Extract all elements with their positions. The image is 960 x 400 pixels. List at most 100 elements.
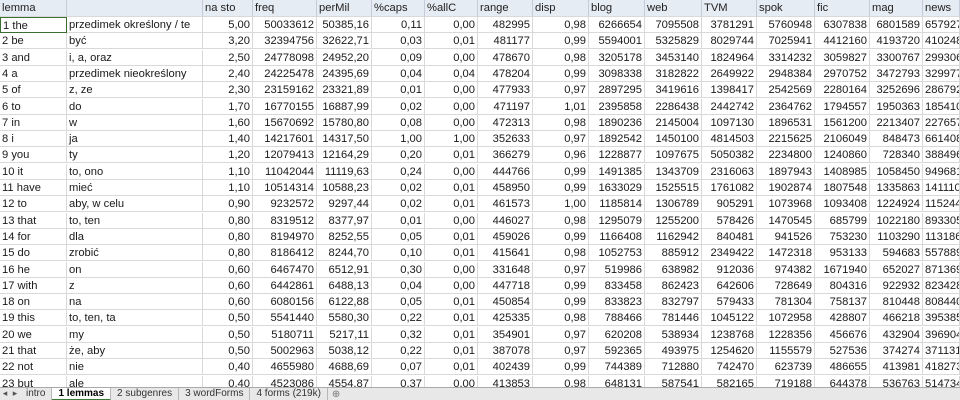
cell-news[interactable]: 823428 [923, 277, 960, 294]
cell-tvm[interactable]: 840481 [702, 228, 757, 245]
cell-web[interactable]: 1306789 [645, 196, 702, 213]
cell-blog[interactable]: 1633029 [589, 180, 645, 196]
cell-permil[interactable]: 5038,12 [317, 343, 372, 359]
cell-news[interactable]: 1411100 [923, 180, 960, 196]
cell-freq[interactable]: 4523086 [253, 375, 317, 387]
header-na-sto[interactable]: na sto [203, 0, 253, 17]
cell-lemma[interactable]: 16 he [0, 261, 67, 278]
cell-news[interactable]: 2993061 [923, 49, 960, 66]
cell-caps[interactable]: 0,02 [372, 180, 425, 196]
cell-caps[interactable]: 0,03 [372, 33, 425, 50]
cell-web[interactable]: 1525515 [645, 180, 702, 196]
tab-scroll-left-icon[interactable]: ◂ [0, 388, 10, 400]
cell-fic[interactable]: 3059827 [815, 49, 870, 66]
cell-allc[interactable]: 0,04 [425, 65, 478, 82]
cell-allc[interactable]: 0,00 [425, 212, 478, 229]
cell-spok[interactable]: 2364762 [757, 98, 815, 115]
cell-blog[interactable]: 3098338 [589, 65, 645, 82]
cell-caps[interactable]: 0,24 [372, 163, 425, 180]
cell-range[interactable]: 425335 [478, 310, 533, 327]
cell-caps[interactable]: 0,20 [372, 147, 425, 164]
cell-freq[interactable]: 8319512 [253, 212, 317, 229]
cell-lemma[interactable]: 15 do [0, 245, 67, 262]
cell-caps[interactable]: 0,11 [372, 17, 425, 33]
cell-fic[interactable]: 4412160 [815, 33, 870, 50]
cell-range[interactable]: 366279 [478, 147, 533, 164]
cell-news[interactable]: 949681 [923, 163, 960, 180]
cell-fic[interactable]: 1093408 [815, 196, 870, 213]
cell-freq[interactable]: 6080156 [253, 294, 317, 311]
cell-disp[interactable]: 0,99 [533, 228, 589, 245]
cell-blog[interactable]: 1491385 [589, 163, 645, 180]
cell-freq[interactable]: 8186412 [253, 245, 317, 262]
cell-news[interactable]: 514734 [923, 375, 960, 387]
cell-na-sto[interactable]: 1,10 [203, 180, 253, 196]
cell-disp[interactable]: 0,96 [533, 147, 589, 164]
cell-caps[interactable]: 0,22 [372, 310, 425, 327]
cell-range[interactable]: 354901 [478, 326, 533, 343]
cell-mag[interactable]: 4193720 [870, 33, 923, 50]
cell-disp[interactable]: 0,99 [533, 294, 589, 311]
cell-permil[interactable]: 9297,44 [317, 196, 372, 213]
header-caps[interactable]: %caps [372, 0, 425, 17]
cell-tvm[interactable]: 3781291 [702, 17, 757, 33]
cell-blog[interactable]: 833823 [589, 294, 645, 311]
cell-web[interactable]: 2145004 [645, 114, 702, 131]
cell-tvm[interactable]: 2349422 [702, 245, 757, 262]
cell-freq[interactable]: 15670692 [253, 114, 317, 131]
cell-translation[interactable]: aby, w celu [67, 196, 203, 213]
cell-blog[interactable]: 833458 [589, 277, 645, 294]
cell-na-sto[interactable]: 0,80 [203, 245, 253, 262]
cell-freq[interactable]: 11042044 [253, 163, 317, 180]
cell-freq[interactable]: 23159162 [253, 82, 317, 99]
cell-web[interactable]: 832797 [645, 294, 702, 311]
cell-mag[interactable]: 728340 [870, 147, 923, 164]
cell-lemma[interactable]: 13 that [0, 212, 67, 229]
cell-lemma[interactable]: 10 it [0, 163, 67, 180]
cell-news[interactable]: 1854109 [923, 98, 960, 115]
cell-fic[interactable]: 753230 [815, 228, 870, 245]
cell-blog[interactable]: 1185814 [589, 196, 645, 213]
cell-web[interactable]: 5325829 [645, 33, 702, 50]
cell-blog[interactable]: 519986 [589, 261, 645, 278]
cell-caps[interactable]: 0,22 [372, 343, 425, 359]
cell-news[interactable]: 2867922 [923, 82, 960, 99]
cell-na-sto[interactable]: 5,00 [203, 17, 253, 33]
cell-na-sto[interactable]: 0,50 [203, 310, 253, 327]
cell-caps[interactable]: 0,01 [372, 82, 425, 99]
cell-web[interactable]: 885912 [645, 245, 702, 262]
cell-caps[interactable]: 0,30 [372, 261, 425, 278]
cell-spok[interactable]: 1902874 [757, 180, 815, 196]
cell-disp[interactable]: 0,99 [533, 277, 589, 294]
cell-mag[interactable]: 1058450 [870, 163, 923, 180]
cell-mag[interactable]: 6801589 [870, 17, 923, 33]
cell-blog[interactable]: 1228877 [589, 147, 645, 164]
cell-lemma[interactable]: 20 we [0, 326, 67, 343]
cell-translation[interactable]: ja [67, 131, 203, 148]
cell-news[interactable]: 371131 [923, 343, 960, 359]
cell-range[interactable]: 450854 [478, 294, 533, 311]
cell-news[interactable]: 388496 [923, 147, 960, 164]
cell-fic[interactable]: 2970752 [815, 65, 870, 82]
cell-na-sto[interactable]: 0,40 [203, 359, 253, 376]
cell-range[interactable]: 446027 [478, 212, 533, 229]
cell-mag[interactable]: 3472793 [870, 65, 923, 82]
cell-range[interactable]: 482995 [478, 17, 533, 33]
cell-spok[interactable]: 1897943 [757, 163, 815, 180]
cell-mag[interactable]: 374274 [870, 343, 923, 359]
cell-tvm[interactable]: 642606 [702, 277, 757, 294]
cell-freq[interactable]: 16770155 [253, 98, 317, 115]
cell-mag[interactable]: 536763 [870, 375, 923, 387]
header-translation[interactable] [67, 0, 203, 17]
cell-range[interactable]: 331648 [478, 261, 533, 278]
cell-web[interactable]: 3453140 [645, 49, 702, 66]
cell-freq[interactable]: 6467470 [253, 261, 317, 278]
cell-na-sto[interactable]: 2,50 [203, 49, 253, 66]
cell-web[interactable]: 1450100 [645, 131, 702, 148]
cell-lemma[interactable]: 11 have [0, 180, 67, 196]
cell-allc[interactable]: 0,01 [425, 294, 478, 311]
header-web[interactable]: web [645, 0, 702, 17]
cell-translation[interactable]: dla [67, 228, 203, 245]
cell-spok[interactable]: 719188 [757, 375, 815, 387]
cell-web[interactable]: 493975 [645, 343, 702, 359]
